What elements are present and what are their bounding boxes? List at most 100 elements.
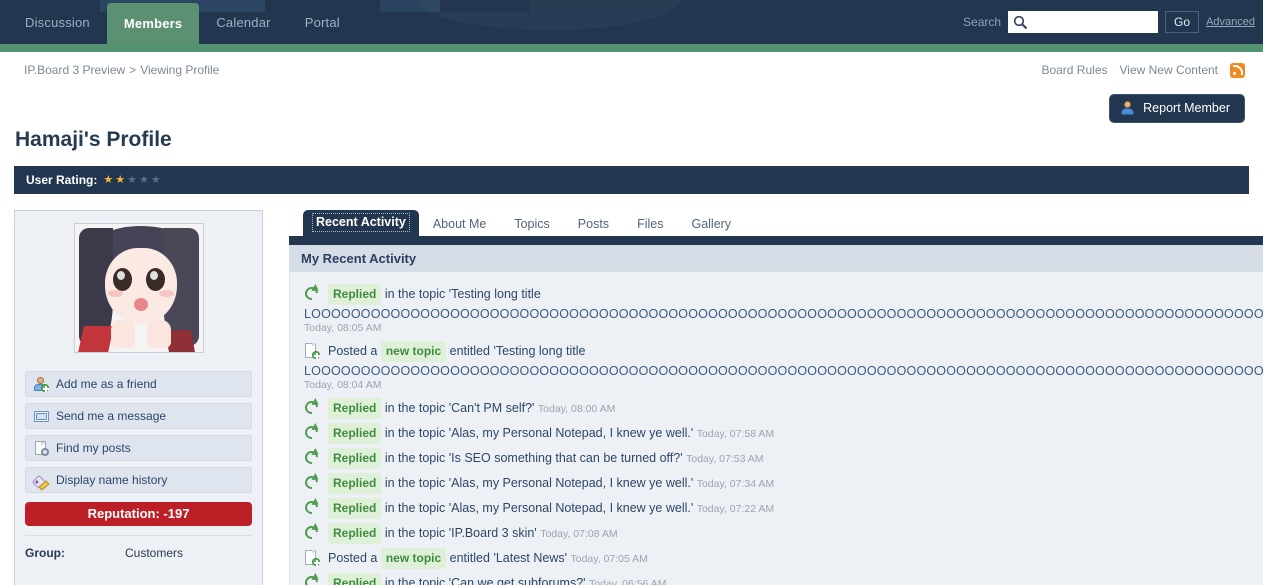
find-posts-button[interactable]: Find my posts xyxy=(25,435,252,461)
add-friend-button[interactable]: Add me as a friend xyxy=(25,371,252,397)
send-message-label: Send me a message xyxy=(56,409,167,423)
activity-text: Replied in the topic 'Can we get subforu… xyxy=(328,573,1263,585)
user-rating-bar: User Rating: ★ ★ ★ ★ ★ xyxy=(14,166,1249,194)
user-rating-stars[interactable]: ★ ★ ★ ★ ★ xyxy=(103,174,161,186)
activity-topic-link[interactable]: 'Latest News' xyxy=(493,551,567,565)
advanced-search-link[interactable]: Advanced xyxy=(1206,16,1255,28)
header-links: Board Rules View New Content xyxy=(1041,62,1245,78)
activity-row: Replied in the topic 'Alas, my Personal … xyxy=(290,421,1263,446)
nav-item-list: Discussion Members Calendar Portal xyxy=(8,0,357,44)
reputation-badge: Reputation: -197 xyxy=(25,502,252,526)
star-3[interactable]: ★ xyxy=(127,174,137,186)
activity-row: Replied in the topic 'Can't PM self?' To… xyxy=(290,396,1263,421)
nav-item-portal[interactable]: Portal xyxy=(288,0,357,44)
nav-item-members[interactable]: Members xyxy=(106,3,200,44)
reply-icon xyxy=(302,398,321,417)
activity-timestamp: Today, 06:56 AM xyxy=(589,578,667,585)
activity-row: Replied in the topic 'IP.Board 3 skin' T… xyxy=(290,521,1263,546)
search-go-button[interactable]: Go xyxy=(1165,11,1200,33)
breadcrumb-current: Viewing Profile xyxy=(140,63,220,77)
star-4[interactable]: ★ xyxy=(139,174,149,186)
tab-topics[interactable]: Topics xyxy=(500,212,563,236)
search-input[interactable] xyxy=(1009,12,1158,32)
document-search-icon xyxy=(34,440,49,456)
activity-row: Posted a new topic entitled 'Latest News… xyxy=(290,546,1263,571)
activity-text: Replied in the topic 'Can't PM self?' To… xyxy=(328,398,1263,419)
activity-row: Replied in the topic 'Is SEO something t… xyxy=(290,446,1263,471)
board-rules-link[interactable]: Board Rules xyxy=(1041,63,1107,77)
activity-topic-link[interactable]: 'IP.Board 3 skin' xyxy=(449,526,537,540)
activity-topic-link[interactable]: 'Alas, my Personal Notepad, I knew ye we… xyxy=(449,426,693,440)
activity-list: Replied in the topic 'Testing long title… xyxy=(289,272,1263,585)
profile-content: Recent Activity About Me Topics Posts Fi… xyxy=(289,210,1263,585)
activity-badge: new topic xyxy=(380,341,447,362)
reply-icon xyxy=(302,573,321,585)
tab-files[interactable]: Files xyxy=(623,212,677,236)
activity-topic-link[interactable]: 'Is SEO something that can be turned off… xyxy=(449,451,683,465)
activity-row: Posted a new topic entitled 'Testing lon… xyxy=(290,339,1263,364)
add-friend-label: Add me as a friend xyxy=(56,377,157,391)
activity-middle: entitled xyxy=(449,551,494,565)
tab-gallery[interactable]: Gallery xyxy=(677,212,745,236)
rss-icon[interactable] xyxy=(1230,62,1245,78)
activity-middle: in the topic xyxy=(384,501,449,515)
send-message-button[interactable]: Send me a message xyxy=(25,403,252,429)
activity-text: Replied in the topic 'Is SEO something t… xyxy=(328,448,1263,469)
star-5[interactable]: ★ xyxy=(151,174,161,186)
avatar-container xyxy=(25,223,252,353)
activity-topic-link[interactable]: 'Can't PM self?' xyxy=(449,401,535,415)
activity-middle: in the topic xyxy=(384,576,449,585)
page-title: Hamaji's Profile xyxy=(15,128,172,151)
tab-about-me[interactable]: About Me xyxy=(419,212,501,236)
activity-timestamp: Today, 07:58 AM xyxy=(696,428,775,440)
nav-item-calendar[interactable]: Calendar xyxy=(199,0,287,44)
activity-long-title-overflow: LOOOOOOOOOOOOOOOOOOOOOOOOOOOOOOOOOOOOOOO… xyxy=(304,307,1263,321)
view-new-content-link[interactable]: View New Content xyxy=(1120,63,1219,77)
user-rating-label: User Rating: xyxy=(26,173,98,187)
activity-badge: Replied xyxy=(328,473,382,494)
activity-badge: new topic xyxy=(380,548,447,569)
activity-topic-link[interactable]: 'Testing long title xyxy=(493,344,585,358)
activity-row: Replied in the topic 'Alas, my Personal … xyxy=(290,496,1263,521)
activity-prefix: Posted a xyxy=(328,344,381,358)
activity-row: Replied in the topic 'Can we get subforu… xyxy=(290,571,1263,585)
reply-icon xyxy=(302,448,321,467)
report-member-button[interactable]: Report Member xyxy=(1109,93,1245,123)
activity-badge: Replied xyxy=(328,523,382,544)
activity-topic-link[interactable]: 'Testing long title xyxy=(449,287,541,301)
activity-row: Replied in the topic 'Alas, my Personal … xyxy=(290,471,1263,496)
activity-timestamp: Today, 07:08 AM xyxy=(540,528,618,540)
activity-timestamp: Today, 08:05 AM xyxy=(304,322,382,334)
activity-timestamp: Today, 07:05 AM xyxy=(570,553,648,565)
reply-icon xyxy=(302,498,321,517)
nav-item-discussion[interactable]: Discussion xyxy=(8,0,107,44)
activity-text: Replied in the topic 'IP.Board 3 skin' T… xyxy=(328,523,1263,544)
report-member-label: Report Member xyxy=(1143,101,1230,115)
new-topic-icon xyxy=(304,343,320,359)
activity-topic-link[interactable]: 'Alas, my Personal Notepad, I knew ye we… xyxy=(449,476,693,490)
new-topic-icon xyxy=(304,550,320,566)
tab-recent-activity[interactable]: Recent Activity xyxy=(303,210,419,236)
breadcrumb-root[interactable]: IP.Board 3 Preview xyxy=(24,63,125,77)
activity-text: Replied in the topic 'Alas, my Personal … xyxy=(328,498,1263,519)
activity-text: Replied in the topic 'Alas, my Personal … xyxy=(328,473,1263,494)
reply-icon xyxy=(302,423,321,442)
main-layout: Add me as a friend Send me a message Fin… xyxy=(0,194,1263,585)
tab-posts[interactable]: Posts xyxy=(564,212,623,236)
tag-pencil-icon xyxy=(31,473,50,491)
main-navigation: Discussion Members Calendar Portal Searc… xyxy=(0,0,1263,44)
tab-strip xyxy=(289,236,1263,245)
activity-text: Replied in the topic 'Alas, my Personal … xyxy=(328,423,1263,444)
display-name-history-button[interactable]: Display name history xyxy=(25,467,252,493)
activity-badge: Replied xyxy=(328,573,382,585)
activity-timestamp: Today, 07:34 AM xyxy=(696,478,775,490)
star-2[interactable]: ★ xyxy=(115,174,125,186)
add-friend-icon xyxy=(34,376,49,392)
star-1[interactable]: ★ xyxy=(103,174,113,186)
activity-middle: in the topic xyxy=(384,287,449,301)
search-box[interactable] xyxy=(1008,11,1159,33)
activity-long-title-overflow: LOOOOOOOOOOOOOOOOOOOOOOOOOOOOOOOOOOOOOOO… xyxy=(304,364,1263,378)
activity-topic-link[interactable]: 'Can we get subforums?' xyxy=(449,576,586,585)
activity-topic-link[interactable]: 'Alas, my Personal Notepad, I knew ye we… xyxy=(449,501,693,515)
breadcrumb-row: IP.Board 3 Preview > Viewing Profile Boa… xyxy=(0,52,1263,88)
